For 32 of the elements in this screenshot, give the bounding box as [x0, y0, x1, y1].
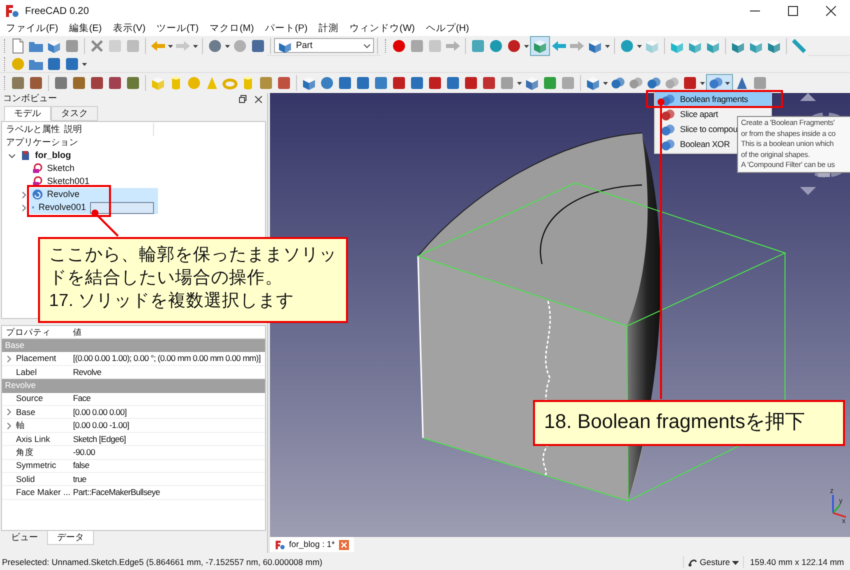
property-name: Placement	[16, 352, 58, 365]
property-value: Face	[72, 392, 90, 406]
panel-title: コンボビュー	[3, 92, 57, 106]
tree-root-label: アプリケーション	[6, 136, 78, 149]
window-title: FreeCAD 0.20	[25, 4, 89, 18]
property-name: Solid	[16, 472, 36, 486]
property-value: [0.00 0.00 -1.00]	[72, 419, 129, 432]
property-value: Sketch [Edge6]	[72, 432, 126, 446]
property-value: -90.00	[72, 446, 96, 459]
property-value: Part::FaceMakerBullseye	[72, 486, 160, 499]
property-value: false	[72, 459, 90, 472]
column-header: 値	[72, 326, 82, 338]
property-value: [(0.00 0.00 1.00); 0.00 °; (0.00 mm 0.00 mm 0.00 mm)]	[72, 352, 261, 365]
property-name: Base	[16, 406, 36, 419]
property-name: Face Maker ...	[16, 486, 70, 499]
property-value: true	[72, 472, 86, 486]
property-name: Symmetric	[16, 459, 58, 472]
property-name: Axis Link	[16, 432, 52, 446]
property-group-header: Revolve	[4, 379, 36, 392]
status-message: Preselected: Unnamed.Sketch.Edge5 (5.864661 mm, -7.152557 nm, 60.000008 mm)	[1, 556, 322, 568]
property-name: 角度	[16, 446, 35, 459]
column-header: プロパティ	[5, 326, 52, 338]
column-header: 説明	[62, 122, 154, 136]
property-value: [0.00 0.00 0.00]	[72, 406, 126, 419]
callout-text: 18. Boolean fragmentsを押下	[544, 410, 806, 435]
property-group-header: Base	[4, 339, 24, 352]
column-header: ラベルと属性	[5, 122, 61, 136]
property-name: Label	[16, 366, 38, 378]
property-name: 軸	[16, 419, 26, 432]
property-name: Source	[16, 392, 44, 406]
dimensions-readout: 159.40 mm x 122.14 mm	[742, 556, 850, 568]
property-value: Revolve	[72, 366, 102, 378]
